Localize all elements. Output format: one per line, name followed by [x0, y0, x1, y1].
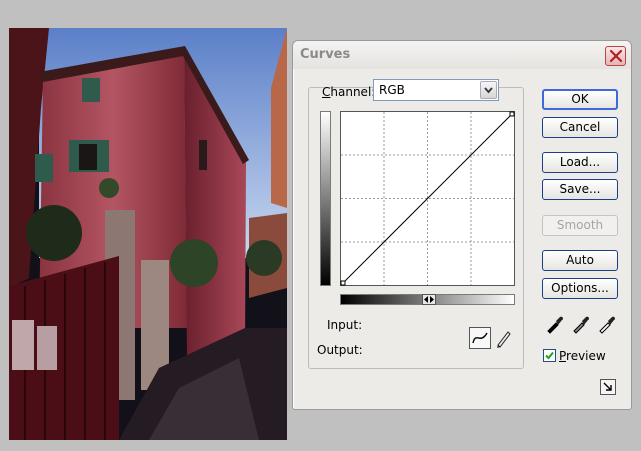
checkmark-icon	[545, 351, 554, 360]
input-label: Input:	[327, 318, 363, 332]
save-button[interactable]: Save...	[542, 179, 618, 200]
auto-button[interactable]: Auto	[542, 250, 618, 271]
gray-point-eyedropper-icon[interactable]	[571, 314, 591, 334]
load-button[interactable]: Load...	[542, 152, 618, 173]
ok-button[interactable]: OK	[542, 89, 618, 110]
white-point-eyedropper-icon[interactable]	[597, 314, 617, 334]
photo-image	[9, 28, 287, 440]
expand-icon[interactable]	[600, 379, 616, 395]
channel-label: Channel:	[322, 85, 375, 99]
smooth-button: Smooth	[542, 215, 618, 236]
swap-arrows-icon	[424, 296, 434, 303]
close-button[interactable]	[605, 46, 626, 66]
dialog-title: Curves	[300, 47, 351, 62]
preview-label[interactable]: Preview	[559, 349, 606, 363]
pencil-icon[interactable]	[494, 328, 512, 348]
black-point-eyedropper-icon[interactable]	[545, 314, 565, 334]
options-button[interactable]: Options...	[542, 278, 618, 299]
curve-white-point[interactable]	[509, 111, 515, 117]
curve-graph[interactable]	[340, 111, 515, 286]
cancel-button[interactable]: Cancel	[542, 117, 618, 138]
curves-dialog: Curves Channel: RGB Input: Output: OK Ca…	[292, 40, 632, 410]
preview-checkbox[interactable]	[543, 349, 556, 362]
close-icon	[610, 50, 622, 62]
curve-black-point[interactable]	[340, 280, 346, 286]
curve-tool-button[interactable]	[469, 327, 491, 349]
preview-label-text: review	[566, 349, 606, 363]
chevron-down-icon	[484, 87, 493, 94]
dialog-titlebar[interactable]: Curves	[293, 41, 631, 69]
channel-select[interactable]: RGB	[373, 79, 499, 101]
gradient-swap-button[interactable]	[422, 294, 436, 305]
output-gradient-bar	[320, 111, 331, 286]
channel-select-value: RGB	[379, 83, 405, 97]
curve-tool-icon	[472, 332, 488, 344]
output-label: Output:	[317, 343, 363, 357]
preview-label-mnemonic: P	[559, 349, 567, 363]
canvas-photo[interactable]	[9, 28, 287, 440]
channel-label-text: hannel:	[330, 85, 376, 99]
channel-dropdown-button[interactable]	[480, 81, 497, 99]
